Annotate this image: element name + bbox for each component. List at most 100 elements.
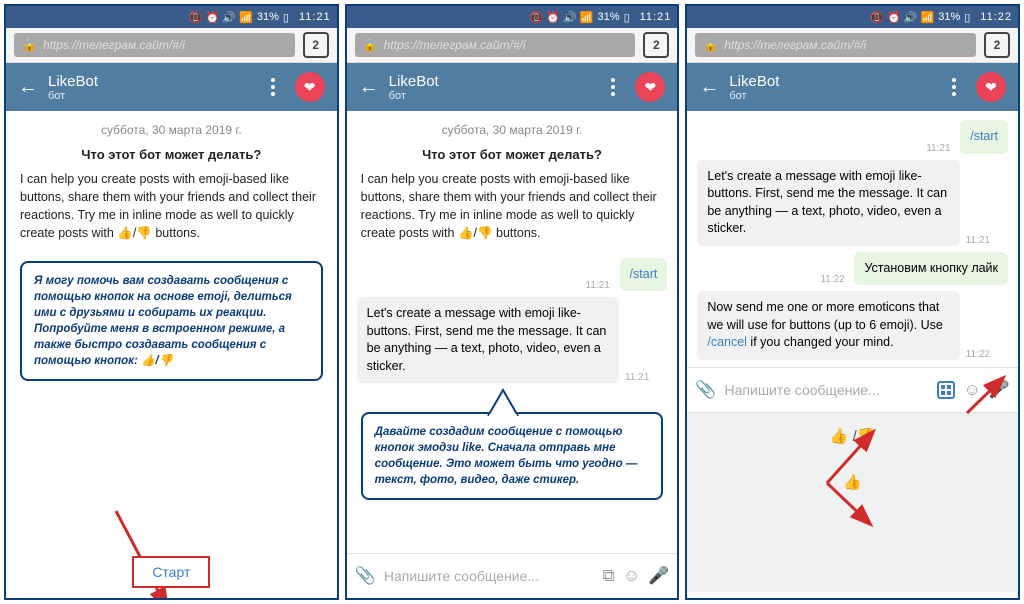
lock-icon: 🔒 [363, 38, 378, 52]
chat-header: ← LikeBot бот ❤ [6, 63, 337, 111]
clock: 11:22 [980, 11, 1012, 23]
chat-subtitle: бот [389, 90, 598, 102]
url-input[interactable]: 🔒 https://телеграм.сайт/#/i [355, 33, 636, 57]
status-bar: 📵 ⏰ 🔊 📶 31% ▯ 11:21 [6, 6, 337, 28]
msg-time: 11:22 [966, 349, 994, 360]
phone-screen-3: 📵 ⏰ 🔊 📶 31% ▯ 11:22 🔒 https://телеграм.с… [685, 4, 1020, 600]
back-icon[interactable]: ← [699, 76, 719, 99]
emoji-icon[interactable]: ☺ [623, 566, 640, 586]
date-separator: суббота, 30 марта 2019 г. [347, 117, 678, 143]
heart-button[interactable]: ❤ [635, 72, 665, 102]
msg-start[interactable]: /start [960, 120, 1008, 154]
chat-body: 11:21 /start Let's create a message with… [687, 111, 1018, 598]
chat-name: LikeBot [389, 73, 598, 90]
attach-icon[interactable]: 📎 [355, 566, 376, 586]
msg-time: 11:21 [966, 235, 994, 246]
menu-icon[interactable] [948, 74, 960, 100]
chat-name: LikeBot [48, 73, 257, 90]
intro-text: I can help you create posts with emoji-b… [6, 170, 337, 255]
menu-icon[interactable] [607, 74, 619, 100]
callout-tail-icon [483, 388, 523, 416]
lock-icon: 🔒 [22, 38, 37, 52]
tab-count[interactable]: 2 [643, 32, 669, 58]
intro-text: I can help you create posts with emoji-b… [347, 170, 678, 255]
emoji-option-1[interactable]: 👍 /👎 [687, 413, 1018, 459]
intro-title: Что этот бот может делать? [347, 143, 678, 170]
heart-button[interactable]: ❤ [976, 72, 1006, 102]
back-icon[interactable]: ← [18, 76, 38, 99]
chat-subtitle: бот [48, 90, 257, 102]
msg-emoticons-row: Now send me one or more emoticons that w… [687, 288, 1018, 363]
emoji-icon[interactable]: ☺ [963, 380, 980, 400]
expand-icon[interactable]: ⧉ [603, 566, 615, 586]
msg-user-text[interactable]: Установим кнопку лайк [854, 252, 1008, 286]
battery-pct: 31% [598, 11, 620, 23]
phone-screen-1: 📵 ⏰ 🔊 📶 31% ▯ 11:21 🔒 https://телеграм.с… [4, 4, 339, 600]
msg-emoticons[interactable]: Now send me one or more emoticons that w… [697, 291, 959, 360]
back-icon[interactable]: ← [359, 76, 379, 99]
msg-time: 11:21 [586, 280, 614, 291]
url-bar: 🔒 https://телеграм.сайт/#/i 2 [347, 28, 678, 63]
translation-callout: Я могу помочь вам создавать сообщения с … [20, 261, 323, 382]
msg-create[interactable]: Let's create a message with emoji like-b… [697, 160, 959, 246]
clock: 11:21 [299, 11, 331, 23]
url-text: https://телеграм.сайт/#/i [43, 38, 185, 52]
chat-header: ← LikeBot бот ❤ [687, 63, 1018, 111]
url-input[interactable]: 🔒 https://телеграм.сайт/#/i [695, 33, 976, 57]
attach-icon[interactable]: 📎 [695, 380, 716, 400]
url-bar: 🔒 https://телеграм.сайт/#/i 2 [687, 28, 1018, 63]
status-bar: 📵 ⏰ 🔊 📶 31% ▯ 11:22 [687, 6, 1018, 28]
translation-callout: Давайте создадим сообщение с помощью кно… [361, 412, 664, 500]
msg-time: 11:21 [625, 372, 653, 383]
tab-count[interactable]: 2 [303, 32, 329, 58]
chat-name: LikeBot [729, 73, 938, 90]
emoji-option-2[interactable]: 👍 [687, 459, 1018, 505]
chat-body: суббота, 30 марта 2019 г. Что этот бот м… [6, 111, 337, 598]
reply-keyboard: 👍 /👎 👍 [687, 413, 1018, 593]
battery-icon: ▯ [283, 11, 289, 24]
url-input[interactable]: 🔒 https://телеграм.сайт/#/i [14, 33, 295, 57]
lock-icon: 🔒 [703, 38, 718, 52]
message-input[interactable]: Напишите сообщение... [384, 568, 595, 584]
battery-icon: ▯ [624, 11, 630, 24]
url-text: https://телеграм.сайт/#/i [384, 38, 526, 52]
heart-button[interactable]: ❤ [295, 72, 325, 102]
battery-pct: 31% [938, 11, 960, 23]
chat-title-block[interactable]: LikeBot бот [389, 73, 598, 102]
msg-create-row: Let's create a message with emoji like-b… [687, 157, 1018, 249]
message-input-bar: 📎 Напишите сообщение... ⧉ ☺ 🎤 [347, 553, 678, 598]
battery-icon: ▯ [964, 11, 970, 24]
status-icons: 📵 ⏰ 🔊 📶 [189, 11, 253, 24]
msg-user-text-row: 11:22 Установим кнопку лайк [687, 249, 1018, 289]
msg-time: 11:21 [926, 143, 954, 154]
clock: 11:21 [640, 11, 672, 23]
status-icons: 📵 ⏰ 🔊 📶 [530, 11, 594, 24]
date-separator: суббота, 30 марта 2019 г. [6, 117, 337, 143]
tab-count[interactable]: 2 [984, 32, 1010, 58]
mic-icon[interactable]: 🎤 [648, 566, 669, 586]
chat-body: суббота, 30 марта 2019 г. Что этот бот м… [347, 111, 678, 553]
msg-start[interactable]: /start [620, 258, 668, 292]
keyboard-grid-icon[interactable] [937, 381, 955, 399]
battery-pct: 31% [257, 11, 279, 23]
message-input[interactable]: Напишите сообщение... [725, 382, 930, 398]
url-text: https://телеграм.сайт/#/i [724, 38, 866, 52]
mic-icon[interactable]: 🎤 [989, 380, 1010, 400]
message-input-bar: 📎 Напишите сообщение... ☺ 🎤 [687, 367, 1018, 413]
msg-start-row: 11:21 /start [687, 117, 1018, 157]
chat-title-block[interactable]: LikeBot бот [48, 73, 257, 102]
start-button[interactable]: Старт [132, 556, 210, 588]
menu-icon[interactable] [267, 74, 279, 100]
msg-start-row: 11:21 /start [347, 255, 678, 295]
intro-title: Что этот бот может делать? [6, 143, 337, 170]
msg-time: 11:22 [820, 274, 848, 285]
chat-title-block[interactable]: LikeBot бот [729, 73, 938, 102]
chat-subtitle: бот [729, 90, 938, 102]
status-bar: 📵 ⏰ 🔊 📶 31% ▯ 11:21 [347, 6, 678, 28]
msg-create-row: Let's create a message with emoji like-b… [347, 294, 678, 386]
msg-create[interactable]: Let's create a message with emoji like-b… [357, 297, 619, 383]
status-icons: 📵 ⏰ 🔊 📶 [870, 11, 934, 24]
chat-header: ← LikeBot бот ❤ [347, 63, 678, 111]
url-bar: 🔒 https://телеграм.сайт/#/i 2 [6, 28, 337, 63]
phone-screen-2: 📵 ⏰ 🔊 📶 31% ▯ 11:21 🔒 https://телеграм.с… [345, 4, 680, 600]
